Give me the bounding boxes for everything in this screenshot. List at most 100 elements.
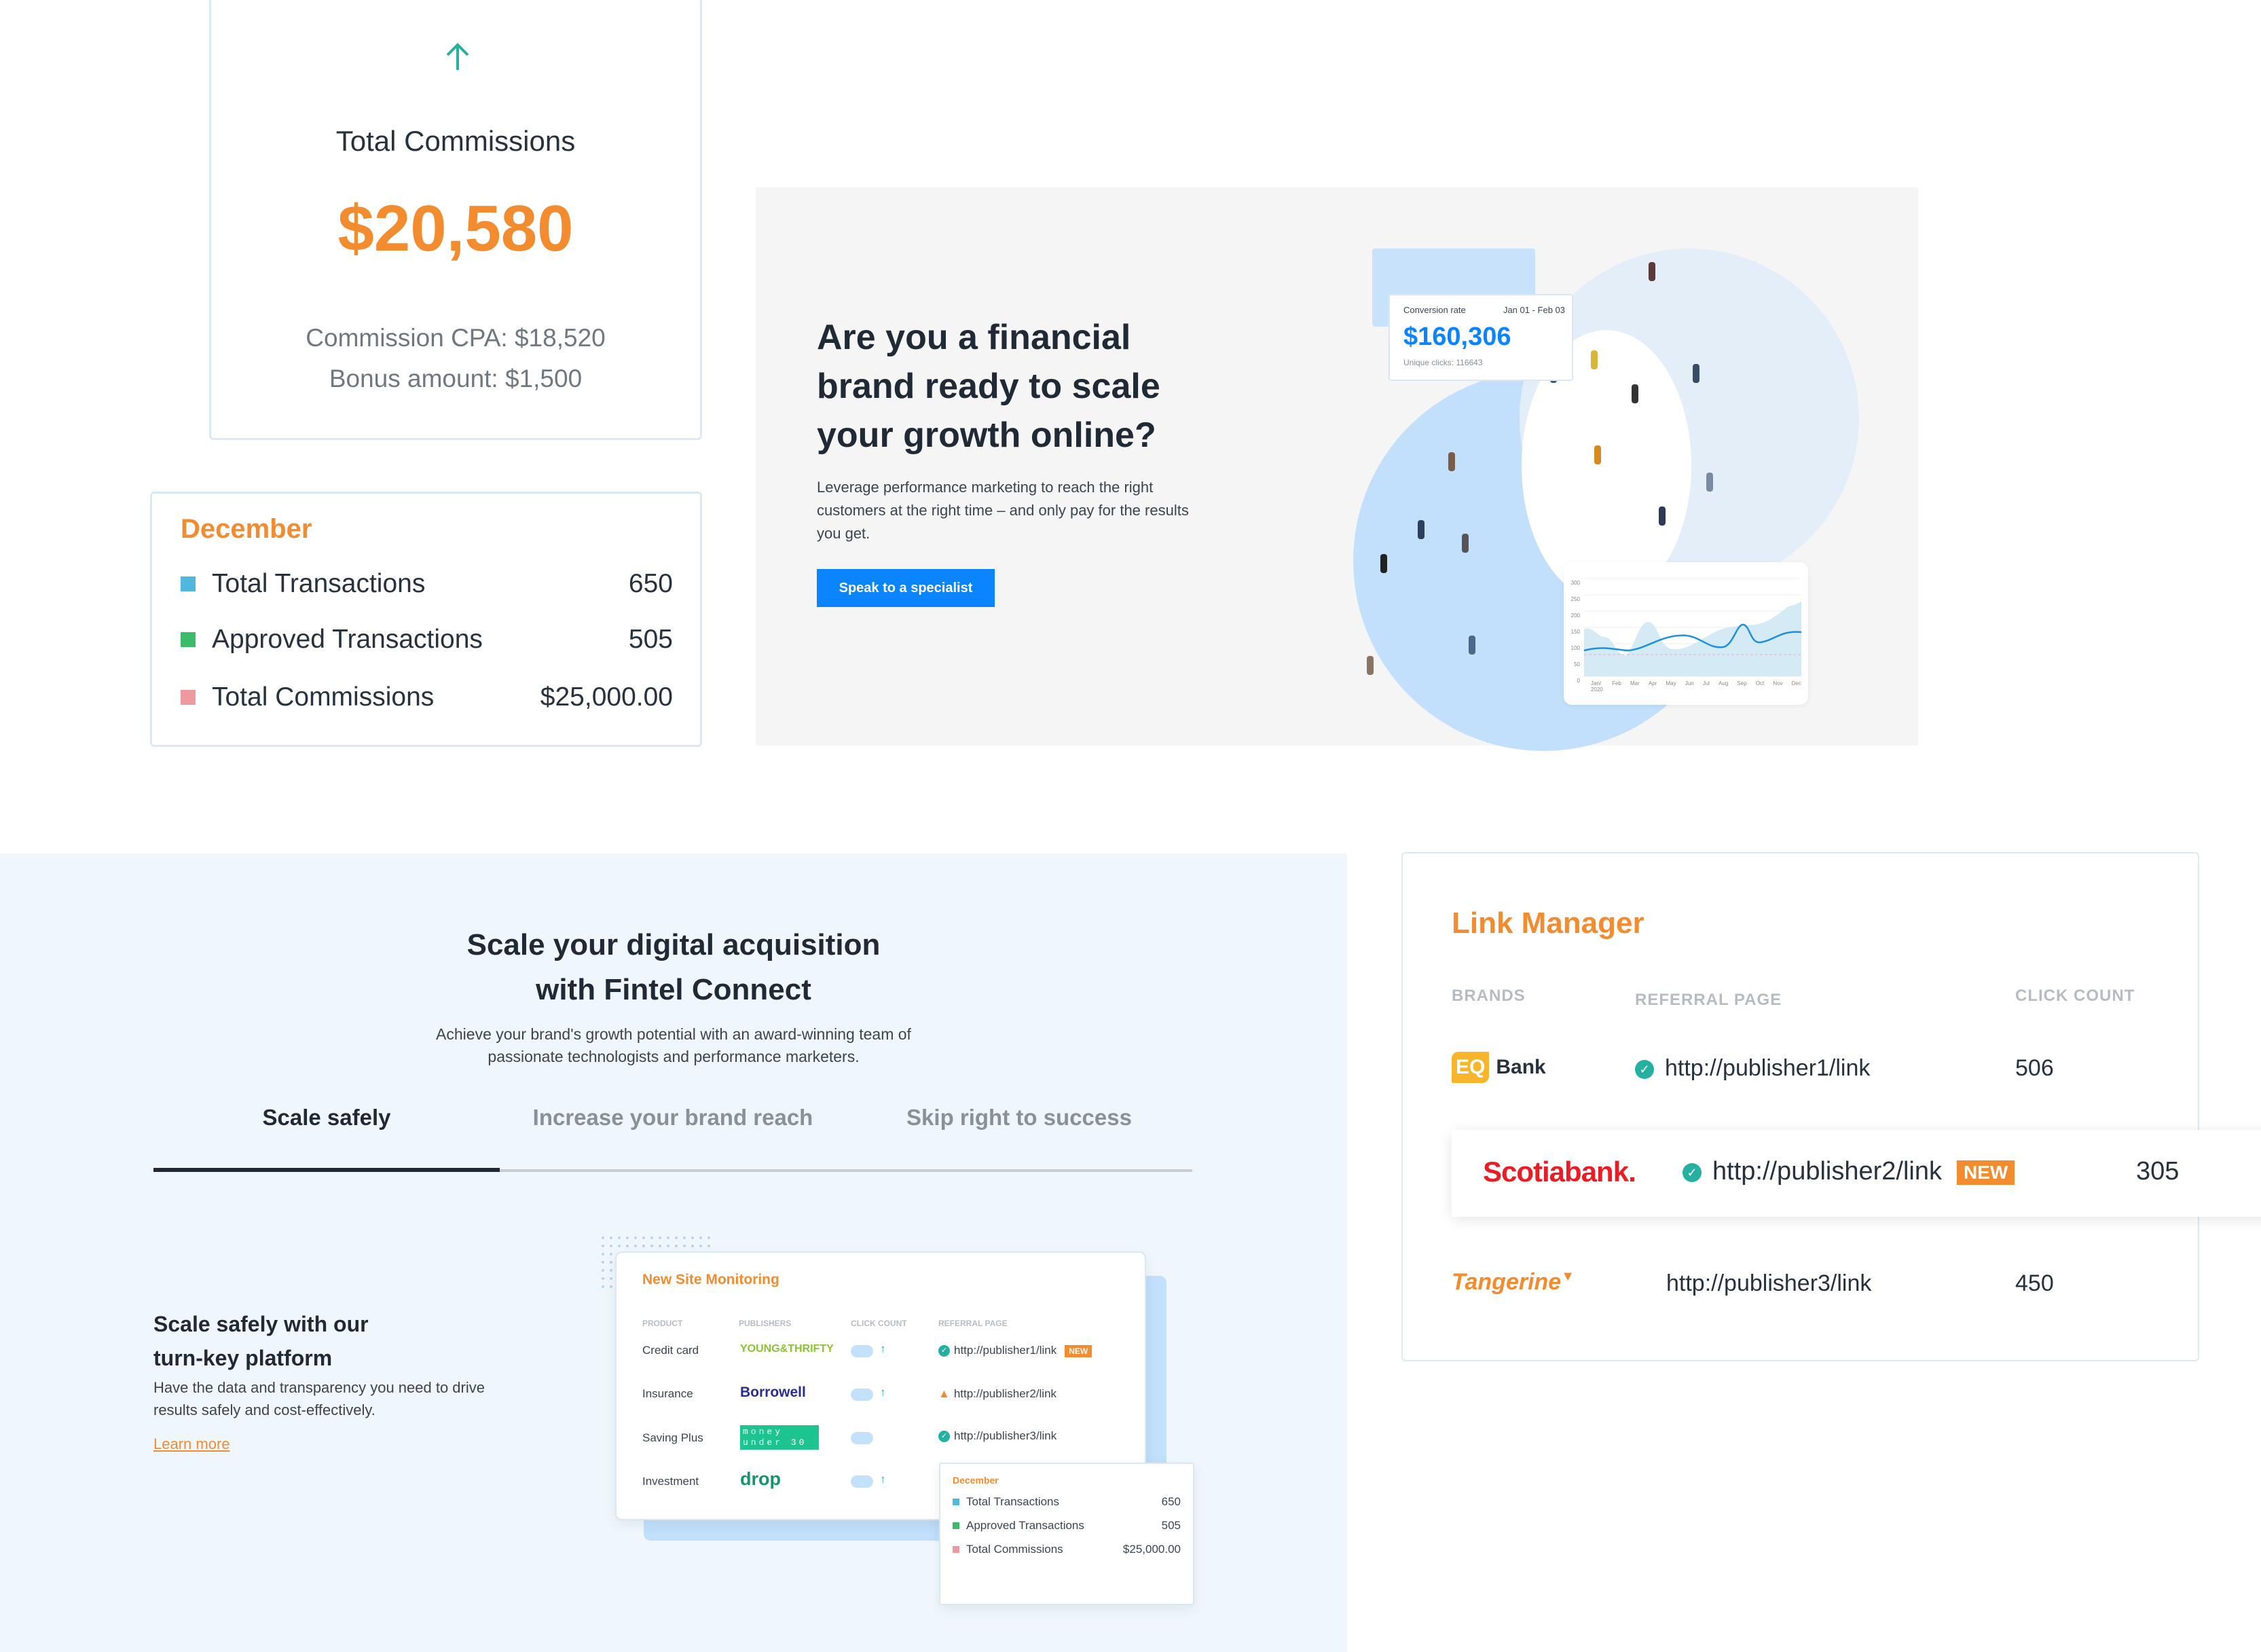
december-summary-card: December Total Transactions 650 Approved … (150, 492, 702, 747)
referral-link[interactable]: http://publisher3/link (1666, 1270, 1871, 1297)
click-count-toggle[interactable] (851, 1475, 873, 1488)
referral-link[interactable]: ✓ http://publisher1/link NEW (938, 1344, 1092, 1357)
speak-to-specialist-button[interactable]: Speak to a specialist (817, 569, 995, 607)
area-series (1584, 601, 1801, 676)
stat-date-range: Jan 01 - Feb 03 (1503, 305, 1565, 315)
x-tick: Nov (1773, 680, 1783, 686)
referral-link[interactable]: ✓ http://publisher3/link (938, 1429, 1056, 1443)
row-label: Total Transactions (212, 569, 426, 598)
acquisition-section: Scale your digital acquisition with Fint… (0, 853, 1347, 1652)
referral-link[interactable]: ✓ http://publisher1/link (1635, 1055, 1870, 1082)
tab-scale-safely[interactable]: Scale safely (153, 1105, 500, 1131)
hero-body: Leverage performance marketing to reach … (817, 479, 1189, 542)
x-tick: Mar (1630, 680, 1640, 686)
product-name: Saving Plus (642, 1431, 703, 1444)
x-tick: Jun (1685, 680, 1694, 686)
bonus-amount: Bonus amount: $1,500 (329, 365, 583, 392)
y-tick: 300 (1570, 580, 1580, 586)
warning-icon: ▲ (938, 1387, 950, 1400)
card-title: Total Commissions (335, 125, 576, 157)
hero-banner: Are you a financial brand ready to scale… (756, 187, 1918, 751)
summary-row: Approved Transactions 505 (181, 623, 673, 657)
section-title-line1: Scale your digital acquisition (466, 928, 881, 961)
x-tick: Jan/ 2020 (1591, 680, 1603, 693)
referral-url: http://publisher3/link (954, 1429, 1057, 1442)
arrow-up-icon: ↑ (880, 1473, 886, 1486)
row-label: Approved Transactions (966, 1519, 1084, 1532)
y-tick: 0 (1577, 678, 1580, 684)
referral-url: http://publisher1/link (954, 1344, 1057, 1357)
summary-row: Total Commissions $25,000.00 (953, 1543, 1181, 1556)
summary-row: Total Transactions 650 (181, 567, 673, 601)
feature-title-line1: Scale safely with our (153, 1312, 369, 1336)
legend-swatch (953, 1499, 959, 1505)
referral-link[interactable]: ▲ http://publisher2/link (938, 1387, 1056, 1401)
tangerine-logo-mark: ▼ (1561, 1269, 1575, 1284)
row-value: 650 (1161, 1495, 1181, 1508)
referral-link[interactable]: ✓ http://publisher2/link NEW (1683, 1157, 2015, 1186)
hero-heading: Are you a financial brand ready to scale… (817, 318, 1160, 455)
click-count: 506 (2015, 1055, 2054, 1081)
row-value: 505 (1161, 1519, 1181, 1532)
legend-swatch (953, 1546, 959, 1553)
check-icon: ✓ (1635, 1060, 1654, 1080)
learn-more-link[interactable]: Learn more (153, 1435, 230, 1453)
y-tick: 150 (1570, 629, 1580, 635)
arrow-up-icon (446, 43, 469, 70)
x-tick: Aug (1718, 680, 1729, 686)
mini-december-title: December (953, 1475, 999, 1486)
section-title-line2: with Fintel Connect (536, 973, 811, 1006)
active-tab-indicator (153, 1168, 500, 1172)
referral-url: http://publisher1/link (1665, 1055, 1871, 1081)
monitoring-title: New Site Monitoring (642, 1272, 779, 1287)
referral-url: http://publisher2/link (953, 1387, 1057, 1400)
check-icon: ✓ (938, 1345, 950, 1357)
row-label: Total Transactions (966, 1495, 1060, 1508)
tab-increase-brand-reach[interactable]: Increase your brand reach (500, 1105, 846, 1131)
arrow-up-icon: ↑ (880, 1386, 886, 1399)
arrow-up-icon: ↑ (880, 1342, 886, 1355)
brand-name: Bank (1496, 1056, 1546, 1078)
brand-tangerine: Tangerine▼ (1452, 1269, 1575, 1296)
row-value: $25,000.00 (1122, 1543, 1181, 1556)
legend-swatch (181, 576, 196, 591)
click-count: 450 (2015, 1270, 2054, 1296)
new-badge: NEW (1956, 1160, 2015, 1185)
legend-swatch (953, 1522, 959, 1529)
publisher-logo-money-under-30: money under 30 (740, 1425, 819, 1450)
col-header: PRODUCT (642, 1319, 683, 1328)
y-tick: 50 (1574, 661, 1580, 667)
section-subtitle-line2: passionate technologists and performance… (488, 1048, 860, 1065)
y-tick: 250 (1570, 596, 1580, 602)
x-tick: May (1666, 680, 1676, 686)
stat-value: $160,306 (1403, 323, 1511, 351)
product-name: Credit card (642, 1344, 699, 1357)
mini-chart-card: 300 250 200 150 100 50 0 Jan/ 2020 Feb Mar Apr May… (1564, 562, 1808, 705)
summary-row: Total Commissions $25,000.00 (181, 680, 673, 714)
click-count-toggle[interactable] (851, 1345, 873, 1357)
row-label: Total Commissions (212, 682, 435, 712)
y-tick: 100 (1570, 645, 1580, 651)
link-manager-title: Link Manager (1452, 906, 1644, 940)
summary-row: Total Transactions 650 (953, 1495, 1181, 1509)
row-value: $25,000.00 (540, 682, 673, 712)
mini-december-card: December Total Transactions 650 Approved … (939, 1463, 1194, 1605)
brand-name: Tangerine (1452, 1269, 1562, 1295)
section-subtitle-line1: Achieve your brand's growth potential wi… (436, 1025, 911, 1043)
new-badge: NEW (1065, 1345, 1092, 1357)
link-manager-card: Link Manager BRANDS REFERRAL PAGE CLICK … (1401, 852, 2261, 1361)
publisher-logo-drop: drop (740, 1469, 781, 1489)
link-row-highlighted: Scotiabank. ✓ http://publisher2/link NEW 3… (1452, 1130, 2261, 1217)
x-tick: Oct (1755, 680, 1765, 686)
col-header-click-count: CLICK COUNT (2015, 987, 2135, 1005)
referral-url: http://publisher2/link (1712, 1157, 1942, 1186)
summary-row: Approved Transactions 505 (953, 1519, 1181, 1532)
click-count-toggle[interactable] (851, 1432, 873, 1444)
row-value: 650 (628, 569, 673, 598)
tab-skip-to-success[interactable]: Skip right to success (846, 1105, 1192, 1131)
product-name: Insurance (642, 1387, 693, 1400)
col-header: REFERRAL PAGE (938, 1319, 1008, 1328)
click-count-toggle[interactable] (851, 1389, 873, 1401)
eq-logo: EQ (1452, 1052, 1490, 1083)
x-tick: Sep (1737, 680, 1747, 686)
